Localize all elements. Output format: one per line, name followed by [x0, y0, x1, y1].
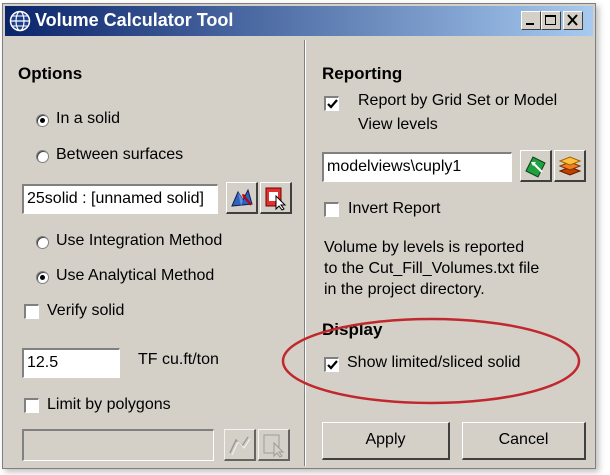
maximize-button[interactable] — [541, 11, 561, 30]
tf-value-field[interactable]: 12.5 — [22, 348, 120, 378]
limit-polygons-checkbox[interactable] — [24, 398, 39, 413]
checkmark-icon — [327, 99, 338, 109]
minimize-icon — [526, 23, 534, 25]
limit-polygons-label[interactable]: Limit by polygons — [47, 396, 171, 414]
pick-view-icon — [525, 156, 546, 178]
model-views-field[interactable]: modelviews\cuply1 — [322, 152, 512, 182]
options-heading: Options — [18, 64, 83, 83]
maximize-icon — [545, 15, 556, 25]
minimize-button[interactable] — [521, 11, 541, 30]
layers-icon — [558, 156, 582, 176]
pick-polygon-icon — [229, 436, 251, 456]
window-title: Volume Calculator Tool — [35, 10, 234, 30]
show-limited-solid-label[interactable]: Show limited/sliced solid — [347, 354, 520, 372]
show-limited-solid-checkbox[interactable] — [324, 357, 339, 372]
integration-method-label[interactable]: Use Integration Method — [56, 232, 222, 250]
pick-polygon-button — [224, 429, 256, 461]
title-bar[interactable]: Volume Calculator Tool — [5, 6, 593, 36]
reporting-info-text: Volume by levels is reported to the Cut_… — [324, 237, 584, 300]
reporting-info-line3: in the project directory. — [324, 281, 485, 298]
verify-solid-checkbox[interactable] — [24, 304, 39, 319]
polygon-field — [22, 429, 214, 461]
invert-report-label[interactable]: Invert Report — [348, 200, 440, 218]
between-surfaces-label[interactable]: Between surfaces — [56, 146, 183, 164]
layers-button[interactable] — [554, 150, 586, 182]
display-heading: Display — [322, 320, 383, 339]
between-surfaces-radio[interactable] — [36, 150, 49, 163]
tf-units-label: TF cu.ft/ton — [138, 351, 219, 368]
analytical-method-radio[interactable] — [36, 271, 49, 284]
panel-separator — [304, 40, 306, 466]
integration-method-radio[interactable] — [36, 236, 49, 249]
apply-button[interactable]: Apply — [322, 422, 450, 460]
pick-solid-button[interactable] — [226, 182, 258, 214]
reporting-heading: Reporting — [322, 64, 403, 83]
report-by-levels-label-line2[interactable]: View levels — [358, 116, 438, 134]
close-button[interactable] — [563, 11, 583, 30]
report-by-levels-checkbox[interactable] — [324, 96, 339, 111]
select-solid-button[interactable] — [260, 182, 292, 214]
select-polygon-icon — [263, 434, 285, 458]
analytical-method-label[interactable]: Use Analytical Method — [56, 267, 214, 285]
in-solid-label[interactable]: In a solid — [56, 110, 120, 128]
in-solid-radio[interactable] — [36, 114, 49, 127]
checkmark-icon — [327, 360, 338, 370]
volume-calculator-window: Volume Calculator Tool Options In a soli… — [2, 3, 596, 469]
solid-name-field[interactable]: 25solid : [unnamed solid] — [22, 184, 218, 214]
report-by-levels-label-line1[interactable]: Report by Grid Set or Model — [358, 92, 557, 110]
close-icon — [567, 14, 578, 26]
pick-solid-icon — [231, 188, 253, 207]
invert-report-checkbox[interactable] — [324, 202, 339, 217]
select-polygon-button — [258, 429, 290, 461]
globe-icon — [9, 10, 31, 32]
select-solid-icon — [265, 187, 287, 211]
reporting-info-line1: Volume by levels is reported — [324, 239, 525, 256]
pick-view-button[interactable] — [520, 150, 552, 182]
cancel-button[interactable]: Cancel — [462, 422, 586, 460]
verify-solid-label[interactable]: Verify solid — [47, 302, 124, 320]
reporting-info-line2: to the Cut_Fill_Volumes.txt file — [324, 260, 540, 277]
